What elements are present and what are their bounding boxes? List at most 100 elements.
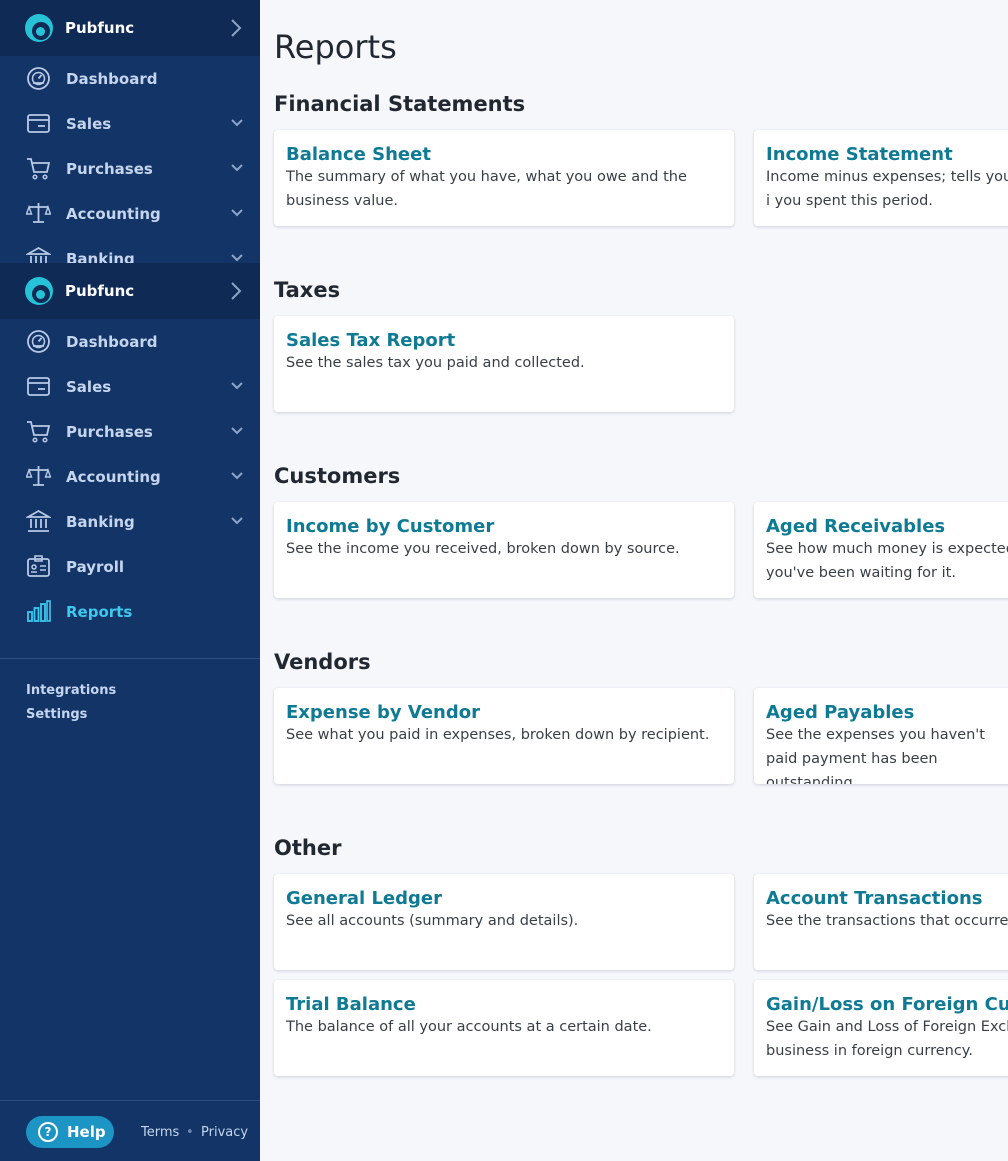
report-card-title: General Ledger	[286, 888, 442, 909]
help-label: Help	[67, 1123, 106, 1141]
bank-icon	[26, 509, 51, 534]
report-card-account-transactions[interactable]: Account Transactions See the transaction…	[754, 874, 1008, 970]
report-card-title: Expense by Vendor	[286, 702, 480, 723]
sidebar-divider	[0, 658, 260, 659]
sidebar-item-label: Sales	[66, 377, 112, 396]
cart-icon	[26, 419, 51, 444]
cart-icon	[26, 156, 51, 181]
org-name: Pubfunc	[65, 19, 135, 37]
report-card-desc: The balance of all your accounts at a ce…	[286, 1019, 652, 1035]
privacy-link[interactable]: Privacy	[201, 1125, 248, 1140]
org-switcher[interactable]: Pubfunc	[0, 263, 260, 319]
sidebar-item-label: Accounting	[66, 467, 161, 486]
report-card-title: Gain/Loss on Foreign Curre	[766, 994, 1008, 1015]
help-button[interactable]: ? Help	[26, 1116, 114, 1148]
integrations-link[interactable]: Integrations	[26, 683, 116, 707]
sidebar-item-label: Accounting	[66, 204, 161, 223]
sidebar-item-label: Banking	[66, 249, 135, 264]
chevron-down-icon	[231, 164, 243, 172]
sidebar-item-dashboard[interactable]: Dashboard	[0, 319, 260, 364]
report-card-gain-loss-foreign-currency[interactable]: Gain/Loss on Foreign Curre See Gain and …	[754, 980, 1008, 1076]
footer-separator: •	[186, 1125, 194, 1140]
section-title-taxes: Taxes	[274, 278, 341, 302]
sidebar-item-payroll[interactable]: Payroll	[0, 544, 260, 589]
sidebar-item-purchases[interactable]: Purchases	[0, 409, 260, 454]
sidebar-item-sales[interactable]: Sales	[0, 364, 260, 409]
chevron-down-icon	[231, 472, 243, 480]
section-title-other: Other	[274, 836, 342, 860]
sidebar-item-dashboard[interactable]: Dashboard	[0, 56, 260, 101]
org-logo-icon	[25, 14, 53, 42]
sidebar-item-label: Dashboard	[66, 69, 158, 88]
report-card-income-by-customer[interactable]: Income by Customer See the income you re…	[274, 502, 734, 598]
report-card-sales-tax-report[interactable]: Sales Tax Report See the sales tax you p…	[274, 316, 734, 412]
sidebar-item-label: Payroll	[66, 557, 125, 576]
page-title: Reports	[274, 28, 397, 66]
sidebar-item-label: Sales	[66, 114, 112, 133]
report-card-desc: The summary of what you have, what you o…	[286, 169, 687, 209]
report-card-balance-sheet[interactable]: Balance Sheet The summary of what you ha…	[274, 130, 734, 226]
sidebar-item-banking[interactable]: Banking	[0, 499, 260, 544]
reports-icon	[26, 599, 51, 624]
report-card-desc: See the sales tax you paid and collected…	[286, 355, 585, 371]
sidebar-item-label: Reports	[66, 602, 133, 621]
sidebar-item-label: Banking	[66, 512, 135, 531]
sidebar-item-purchases[interactable]: Purchases	[0, 146, 260, 191]
sidebar-item-label: Purchases	[66, 159, 153, 178]
report-card-aged-receivables[interactable]: Aged Receivables See how much money is e…	[754, 502, 1008, 598]
chevron-right-icon	[231, 19, 242, 37]
report-card-desc: Income minus expenses; tells you i you s…	[766, 169, 1008, 209]
org-name: Pubfunc	[65, 282, 135, 300]
org-logo-icon	[25, 277, 53, 305]
sidebar-item-banking[interactable]: Banking	[0, 236, 260, 263]
scale-icon	[26, 201, 51, 226]
report-card-general-ledger[interactable]: General Ledger See all accounts (summary…	[274, 874, 734, 970]
report-card-title: Sales Tax Report	[286, 330, 456, 351]
sidebar-item-label: Dashboard	[66, 332, 158, 351]
chevron-down-icon	[231, 254, 243, 262]
chevron-down-icon	[231, 119, 243, 127]
chevron-right-icon	[231, 282, 242, 300]
sales-icon	[26, 374, 51, 399]
section-title-financial-statements: Financial Statements	[274, 92, 526, 116]
report-card-expense-by-vendor[interactable]: Expense by Vendor See what you paid in e…	[274, 688, 734, 784]
dashboard-icon	[26, 66, 51, 91]
sidebar-footer-divider	[0, 1100, 260, 1101]
report-card-title: Income by Customer	[286, 516, 495, 537]
report-card-trial-balance[interactable]: Trial Balance The balance of all your ac…	[274, 980, 734, 1076]
sidebar: Pubfunc Dashboard Sales Purchases Accoun…	[0, 0, 260, 1161]
org-switcher-ghost[interactable]: Pubfunc	[0, 0, 260, 56]
sidebar-item-accounting[interactable]: Accounting	[0, 191, 260, 236]
report-card-desc: See how much money is expected you've be…	[766, 541, 1008, 581]
secondary-links: Integrations Settings	[26, 683, 116, 731]
section-title-vendors: Vendors	[274, 650, 371, 674]
report-card-desc: See the transactions that occurred	[766, 913, 1008, 929]
report-card-title: Balance Sheet	[286, 144, 431, 165]
bank-icon	[26, 246, 51, 263]
terms-link[interactable]: Terms	[141, 1125, 179, 1140]
payroll-icon	[26, 554, 51, 579]
report-card-title: Aged Payables	[766, 702, 915, 723]
section-title-customers: Customers	[274, 464, 401, 488]
reports-main: Reports Financial Statements Balance She…	[274, 0, 1008, 1161]
settings-link[interactable]: Settings	[26, 707, 116, 731]
sales-icon	[26, 111, 51, 136]
report-card-desc: See the income you received, broken down…	[286, 541, 680, 557]
sidebar-item-label: Purchases	[66, 422, 153, 441]
scale-icon	[26, 464, 51, 489]
report-card-desc: See Gain and Loss of Foreign Exch busine…	[766, 1019, 1008, 1059]
sidebar-item-sales[interactable]: Sales	[0, 101, 260, 146]
report-card-title: Account Transactions	[766, 888, 983, 909]
chevron-down-icon	[231, 427, 243, 435]
dashboard-icon	[26, 329, 51, 354]
report-card-aged-payables[interactable]: Aged Payables See the expenses you haven…	[754, 688, 1008, 784]
sidebar-item-accounting[interactable]: Accounting	[0, 454, 260, 499]
report-card-income-statement[interactable]: Income Statement Income minus expenses; …	[754, 130, 1008, 226]
report-card-title: Aged Receivables	[766, 516, 946, 537]
report-card-desc: See all accounts (summary and details).	[286, 913, 579, 929]
chevron-down-icon	[231, 382, 243, 390]
sidebar-item-reports[interactable]: Reports	[0, 589, 260, 634]
report-card-title: Trial Balance	[286, 994, 416, 1015]
report-card-desc: See what you paid in expenses, broken do…	[286, 727, 710, 743]
help-icon: ?	[38, 1122, 58, 1142]
